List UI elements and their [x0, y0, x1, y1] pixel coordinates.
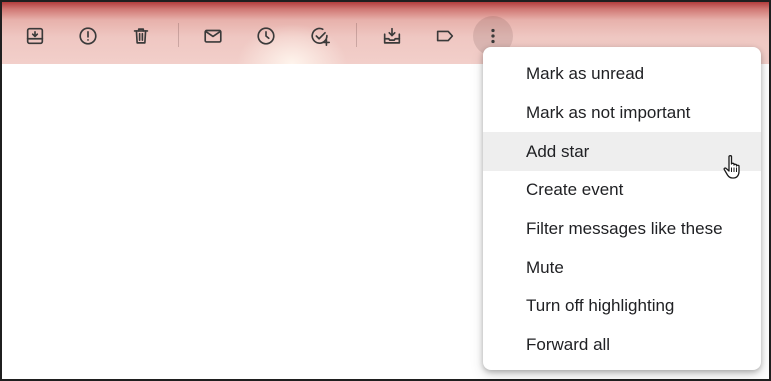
toolbar-divider [356, 23, 357, 47]
snooze-icon [257, 27, 275, 45]
menu-item-turn-off-highlighting[interactable]: Turn off highlighting [483, 287, 761, 326]
snooze-button[interactable] [246, 16, 286, 56]
menu-item-filter-messages[interactable]: Filter messages like these [483, 210, 761, 249]
menu-item-create-event[interactable]: Create event [483, 171, 761, 210]
menu-item-forward-all[interactable]: Forward all [483, 326, 761, 365]
app-frame: Mark as unread Mark as not important Add… [0, 0, 771, 381]
more-options-icon [491, 28, 495, 44]
menu-item-label: Forward all [526, 335, 611, 355]
menu-item-mark-as-not-important[interactable]: Mark as not important [483, 94, 761, 133]
more-options-menu: Mark as unread Mark as not important Add… [483, 47, 761, 370]
mark-unread-button[interactable] [193, 16, 233, 56]
move-to-icon [383, 27, 401, 44]
menu-item-label: Create event [526, 180, 624, 200]
menu-item-label: Mark as unread [526, 64, 645, 84]
report-spam-button[interactable] [68, 16, 108, 56]
add-to-tasks-button[interactable] [300, 16, 340, 56]
menu-item-mute[interactable]: Mute [483, 248, 761, 287]
archive-icon [26, 27, 44, 45]
delete-button[interactable] [121, 16, 161, 56]
archive-button[interactable] [15, 16, 55, 56]
toolbar-divider [178, 23, 179, 47]
delete-icon [133, 28, 149, 44]
menu-item-label: Turn off highlighting [526, 296, 675, 316]
menu-item-add-star[interactable]: Add star [483, 132, 761, 172]
menu-item-label: Mute [526, 257, 564, 277]
menu-item-label: Mark as not important [526, 103, 691, 123]
mark-unread-icon [204, 29, 222, 43]
hand-pointer-icon [723, 155, 740, 179]
menu-item-label: Filter messages like these [526, 219, 723, 239]
label-button[interactable] [425, 16, 465, 56]
menu-item-mark-as-unread[interactable]: Mark as unread [483, 55, 761, 94]
add-to-tasks-icon [311, 27, 330, 46]
label-icon [436, 30, 454, 42]
report-spam-icon [79, 27, 97, 45]
menu-item-label: Add star [526, 141, 590, 161]
move-to-button[interactable] [372, 16, 412, 56]
